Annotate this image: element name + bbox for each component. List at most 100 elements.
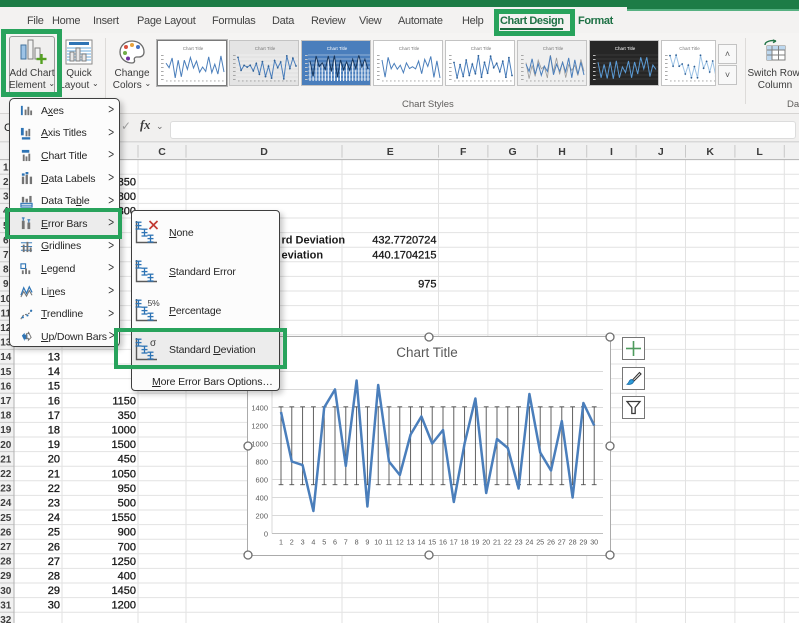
svg-text:27: 27: [48, 556, 60, 568]
svg-text:900: 900: [118, 527, 136, 539]
svg-text:17: 17: [0, 396, 12, 407]
svg-text:12: 12: [396, 538, 404, 547]
svg-text:eviation: eviation: [282, 249, 324, 261]
svg-text:14: 14: [0, 352, 12, 363]
svg-text:30: 30: [590, 538, 598, 547]
svg-text:25: 25: [48, 527, 60, 539]
svg-text:20: 20: [0, 440, 12, 451]
svg-text:24: 24: [0, 498, 12, 509]
svg-text:27: 27: [558, 538, 566, 547]
svg-text:18: 18: [48, 425, 60, 437]
svg-text:16: 16: [48, 395, 60, 407]
svg-text:1000: 1000: [112, 425, 136, 437]
svg-text:22: 22: [48, 483, 60, 495]
svg-text:700: 700: [118, 541, 136, 553]
svg-text:H: H: [558, 146, 566, 158]
svg-text:17: 17: [450, 538, 458, 547]
svg-text:10: 10: [374, 538, 382, 547]
svg-text:5: 5: [322, 538, 326, 547]
svg-text:E: E: [387, 146, 394, 158]
svg-text:1050: 1050: [112, 468, 136, 480]
svg-text:0: 0: [264, 530, 268, 539]
svg-text:1250: 1250: [112, 556, 136, 568]
svg-text:17: 17: [48, 410, 60, 422]
svg-text:26: 26: [0, 527, 12, 538]
svg-text:30: 30: [48, 600, 60, 612]
svg-text:L: L: [756, 146, 763, 158]
svg-text:1450: 1450: [112, 585, 136, 597]
svg-text:975: 975: [418, 279, 436, 291]
svg-text:21: 21: [493, 538, 501, 547]
svg-text:Chart Title: Chart Title: [396, 345, 458, 360]
svg-text:16: 16: [439, 538, 447, 547]
svg-text:32: 32: [0, 615, 12, 623]
svg-text:31: 31: [0, 600, 12, 611]
svg-text:7: 7: [344, 538, 348, 547]
svg-text:23: 23: [515, 538, 523, 547]
svg-text:440.1704215: 440.1704215: [372, 249, 436, 261]
svg-text:350: 350: [118, 410, 136, 422]
svg-text:200: 200: [255, 512, 268, 521]
svg-text:K: K: [706, 146, 714, 158]
svg-text:20: 20: [48, 454, 60, 466]
svg-text:13: 13: [407, 538, 415, 547]
svg-text:600: 600: [255, 476, 268, 485]
svg-text:29: 29: [579, 538, 587, 547]
svg-text:28: 28: [569, 538, 577, 547]
svg-text:950: 950: [118, 483, 136, 495]
svg-text:800: 800: [255, 458, 268, 467]
svg-text:18: 18: [461, 538, 469, 547]
svg-text:5%: 5%: [148, 298, 161, 308]
svg-text:23: 23: [48, 498, 60, 510]
svg-text:rd Deviation: rd Deviation: [282, 235, 346, 247]
svg-text:450: 450: [118, 454, 136, 466]
svg-text:432.7720724: 432.7720724: [372, 235, 436, 247]
svg-text:1150: 1150: [112, 395, 136, 407]
svg-text:G: G: [509, 146, 517, 158]
svg-text:26: 26: [48, 541, 60, 553]
svg-text:21: 21: [48, 468, 60, 480]
svg-text:15: 15: [428, 538, 436, 547]
svg-text:2: 2: [290, 538, 294, 547]
svg-text:28: 28: [48, 571, 60, 583]
svg-text:19: 19: [48, 439, 60, 451]
svg-text:13: 13: [48, 352, 60, 364]
svg-text:26: 26: [547, 538, 555, 547]
svg-text:1400: 1400: [251, 404, 268, 413]
svg-text:1550: 1550: [112, 512, 136, 524]
svg-text:11: 11: [385, 538, 392, 547]
svg-text:25: 25: [536, 538, 544, 547]
svg-text:14: 14: [417, 538, 425, 547]
svg-text:15: 15: [0, 367, 12, 378]
svg-text:9: 9: [365, 538, 369, 547]
svg-text:18: 18: [0, 411, 12, 422]
svg-text:22: 22: [0, 469, 12, 480]
svg-text:27: 27: [0, 542, 12, 553]
svg-text:20: 20: [482, 538, 490, 547]
svg-text:22: 22: [504, 538, 512, 547]
svg-text:4: 4: [311, 538, 315, 547]
svg-text:24: 24: [525, 538, 533, 547]
svg-text:19: 19: [0, 425, 12, 436]
svg-text:D: D: [260, 146, 268, 158]
svg-text:400: 400: [255, 494, 268, 503]
svg-text:19: 19: [471, 538, 479, 547]
svg-text:21: 21: [0, 454, 12, 465]
svg-text:J: J: [658, 146, 664, 158]
svg-text:400: 400: [118, 571, 136, 583]
svg-text:1200: 1200: [112, 600, 136, 612]
svg-text:1: 1: [279, 538, 283, 547]
svg-text:1500: 1500: [112, 439, 136, 451]
svg-text:3: 3: [301, 538, 305, 547]
svg-text:14: 14: [48, 366, 60, 378]
svg-text:15: 15: [48, 381, 60, 393]
svg-text:C: C: [158, 146, 166, 158]
svg-text:23: 23: [0, 484, 12, 495]
svg-text:16: 16: [0, 381, 12, 392]
svg-text:24: 24: [48, 512, 60, 524]
svg-text:25: 25: [0, 513, 12, 524]
svg-text:8: 8: [355, 538, 359, 547]
svg-text:6: 6: [333, 538, 337, 547]
svg-text:500: 500: [118, 498, 136, 510]
svg-text:1200: 1200: [251, 422, 268, 431]
